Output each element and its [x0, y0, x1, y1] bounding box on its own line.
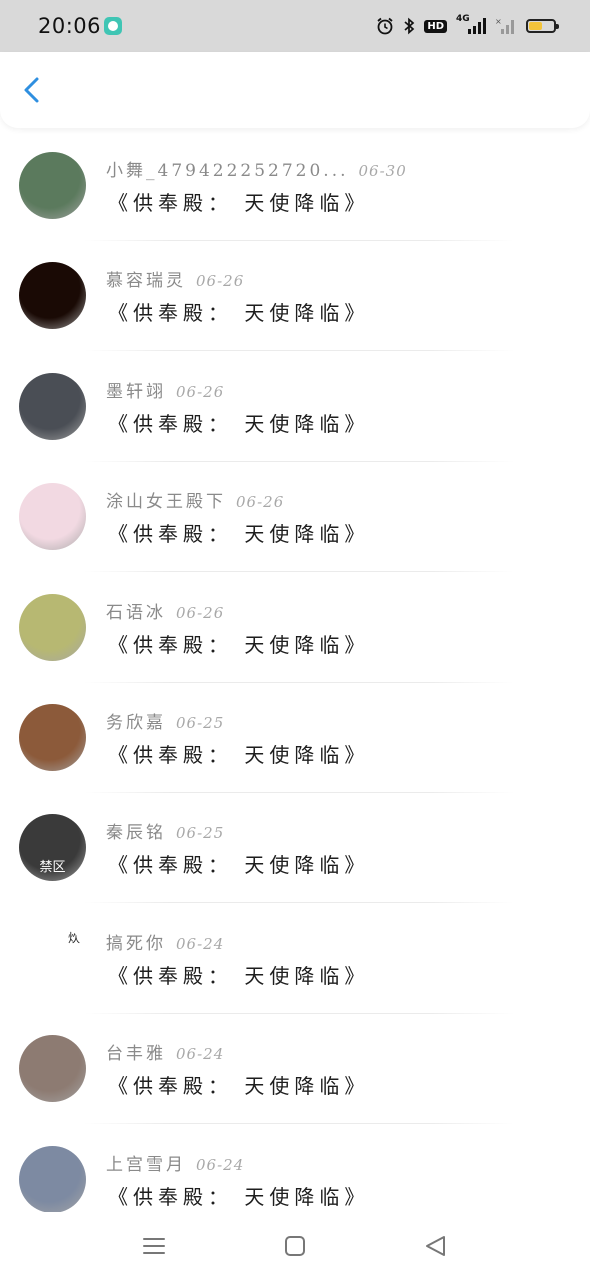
avatar-label: 炊	[67, 930, 80, 945]
item-meta: 墨轩翊 06-26	[106, 377, 224, 402]
message-date: 06-26	[236, 493, 285, 512]
status-time: 20:06	[38, 14, 102, 38]
status-bar: 20:06 HD 4G ×	[0, 0, 590, 52]
status-icons: HD 4G ×	[376, 14, 559, 38]
message-text: 《供奉殿： 天使降临》	[108, 1074, 370, 1099]
divider	[84, 571, 514, 573]
avatar[interactable]	[19, 262, 86, 330]
item-meta: 搞死你 06-24	[106, 929, 224, 954]
divider	[84, 1012, 514, 1014]
item-meta: 石语冰 06-26	[106, 598, 224, 623]
list-item[interactable]: 石语冰 06-26 《供奉殿： 天使降临》	[0, 574, 590, 684]
list-item[interactable]: 慕容瑞灵 06-26 《供奉殿： 天使降临》	[0, 242, 590, 352]
item-meta: 小舞_479422252720... 06-30	[106, 156, 407, 181]
signal-4g-icon: 4G	[456, 14, 486, 35]
avatar[interactable]	[19, 593, 86, 661]
item-meta: 涂山女王殿下 06-26	[106, 487, 284, 512]
signal-no-sim-icon: ×	[495, 17, 514, 34]
home-square-icon[interactable]	[281, 1232, 309, 1260]
message-text: 《供奉殿： 天使降临》	[108, 632, 370, 657]
list-item[interactable]: 涂山女王殿下 06-26 《供奉殿： 天使降临》	[0, 463, 590, 573]
divider	[84, 240, 514, 241]
avatar[interactable]: 禁区	[19, 814, 86, 882]
sender-name: 慕容瑞灵	[106, 271, 186, 292]
divider	[84, 1123, 514, 1125]
message-date: 06-24	[176, 934, 225, 953]
sender-name: 小舞_479422252720...	[106, 161, 349, 181]
system-nav-bar	[0, 1212, 590, 1280]
sender-name: 秦辰铭	[106, 823, 166, 844]
message-date: 06-30	[358, 162, 407, 180]
avatar[interactable]: 炊	[19, 924, 86, 992]
sender-name: 上宫雪月	[106, 1154, 186, 1175]
battery-fill	[529, 22, 542, 30]
list-item[interactable]: 禁区 秦辰铭 06-25 《供奉殿： 天使降临》	[0, 794, 590, 904]
message-date: 06-24	[196, 1155, 245, 1174]
message-date: 06-26	[176, 603, 225, 622]
message-text: 《供奉殿： 天使降临》	[108, 1184, 370, 1209]
item-meta: 慕容瑞灵 06-26	[106, 266, 244, 291]
avatar[interactable]	[19, 152, 86, 219]
message-text: 《供奉殿： 天使降临》	[108, 411, 370, 436]
message-date: 06-26	[196, 272, 245, 291]
item-meta: 台丰雅 06-24	[106, 1039, 224, 1064]
sender-name: 涂山女王殿下	[106, 492, 226, 513]
message-text: 《供奉殿： 天使降临》	[108, 853, 370, 878]
divider	[84, 791, 514, 793]
chat-app-icon	[104, 17, 122, 35]
avatar[interactable]	[19, 372, 86, 440]
message-text: 《供奉殿： 天使降临》	[108, 742, 370, 767]
sender-name: 台丰雅	[106, 1044, 166, 1065]
message-text: 《供奉殿： 天使降临》	[108, 191, 370, 215]
sender-name: 务欣嘉	[106, 712, 166, 733]
avatar[interactable]	[19, 703, 86, 771]
sender-name: 搞死你	[106, 933, 166, 954]
avatar-label: 禁区	[39, 860, 66, 876]
list-item[interactable]: 小舞_479422252720... 06-30 《供奉殿： 天使降临》	[0, 132, 590, 242]
svg-text:×: ×	[495, 17, 502, 26]
message-list: 小舞_479422252720... 06-30 《供奉殿： 天使降临》 慕容瑞灵…	[0, 132, 590, 1236]
sender-name: 石语冰	[106, 602, 166, 623]
sender-name: 墨轩翊	[106, 381, 166, 402]
avatar[interactable]	[19, 1145, 86, 1213]
message-text: 《供奉殿： 天使降临》	[108, 963, 370, 988]
nav-header	[0, 52, 590, 128]
chevron-left-icon[interactable]	[16, 74, 48, 106]
menu-icon[interactable]	[140, 1232, 168, 1260]
back-triangle-icon[interactable]	[422, 1232, 450, 1260]
message-date: 06-25	[176, 824, 225, 843]
divider	[84, 902, 514, 904]
message-date: 06-25	[176, 713, 225, 732]
divider	[84, 460, 514, 462]
hd-icon: HD	[424, 19, 447, 33]
avatar[interactable]	[19, 1035, 86, 1103]
message-date: 06-26	[176, 382, 225, 401]
message-date: 06-24	[176, 1045, 225, 1064]
list-item[interactable]: 台丰雅 06-24 《供奉殿： 天使降临》	[0, 1015, 590, 1125]
battery-icon	[526, 19, 559, 33]
item-meta: 务欣嘉 06-25	[106, 708, 224, 733]
item-meta: 上宫雪月 06-24	[106, 1150, 244, 1175]
message-text: 《供奉殿： 天使降临》	[108, 522, 370, 547]
list-item[interactable]: 墨轩翊 06-26 《供奉殿： 天使降临》	[0, 353, 590, 463]
item-meta: 秦辰铭 06-25	[106, 818, 224, 843]
divider	[84, 681, 514, 683]
message-text: 《供奉殿： 天使降临》	[108, 301, 370, 326]
divider	[84, 350, 514, 352]
list-item[interactable]: 炊 搞死你 06-24 《供奉殿： 天使降临》	[0, 905, 590, 1015]
avatar[interactable]	[19, 483, 86, 551]
alarm-icon	[377, 17, 393, 35]
bluetooth-icon	[404, 17, 415, 35]
list-item[interactable]: 务欣嘉 06-25 《供奉殿： 天使降临》	[0, 684, 590, 794]
